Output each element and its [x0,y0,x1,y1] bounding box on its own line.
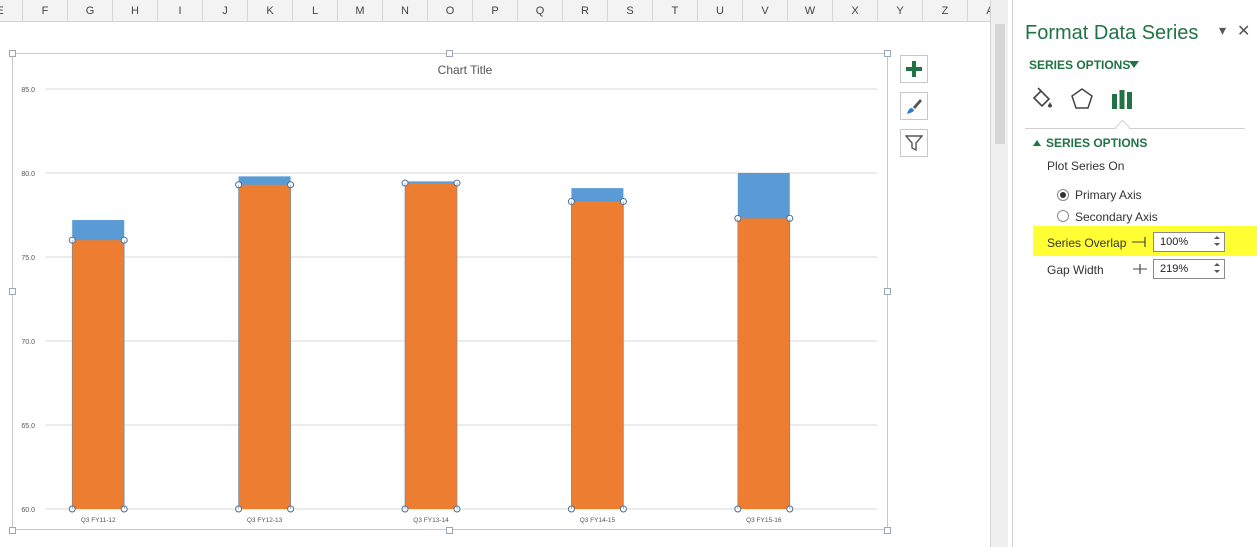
series-options-icon[interactable] [1109,86,1135,112]
x-tick-label[interactable]: Q3 FY13-14 [413,517,449,524]
chart-title[interactable]: Chart Title [438,63,493,77]
chart-handle-left[interactable] [9,288,16,295]
x-tick-label[interactable]: Q3 FY11-12 [81,517,116,524]
series-overlap-value[interactable]: 100% [1160,236,1188,248]
column-header-H[interactable]: H [113,0,158,22]
column-header-T[interactable]: T [653,0,698,22]
y-tick-label[interactable]: 85.0 [21,87,35,94]
chart-handle-right[interactable] [884,288,891,295]
spinner-arrows-icon[interactable] [1213,262,1221,276]
column-header-I[interactable]: I [158,0,203,22]
column-header-Q[interactable]: Q [518,0,563,22]
chart-handle-bottom[interactable] [446,527,453,534]
secondary-axis-label[interactable]: Secondary Axis [1075,210,1158,224]
fill-line-icon[interactable] [1029,86,1055,112]
chevron-down-icon[interactable] [1129,61,1139,68]
secondary-axis-radio[interactable] [1057,210,1069,222]
column-header-L[interactable]: L [293,0,338,22]
column-header-K[interactable]: K [248,0,293,22]
y-tick-label[interactable]: 60.0 [21,507,35,514]
chart-area[interactable]: Chart Title 60.0 65.0 70.0 75.0 80.0 85.0 Q3 FY… [12,53,888,530]
primary-axis-label[interactable]: Primary Axis [1075,188,1142,202]
collapse-triangle-icon[interactable] [1033,140,1041,146]
column-header-U[interactable]: U [698,0,743,22]
vertical-scrollbar[interactable] [990,0,1008,547]
column-header-G[interactable]: G [68,0,113,22]
column-header-Y[interactable]: Y [878,0,923,22]
pane-divider [1025,128,1245,129]
excel-window: EFGHIJKLMNOPQRSTUVWXYZA Chart Title 60.0 6… [0,0,1257,547]
column-header-E[interactable]: E [0,0,23,22]
series-overlap-label: Series Overlap [1047,236,1127,250]
bar-orange[interactable] [238,184,291,509]
y-tick-label[interactable]: 75.0 [21,255,35,262]
y-tick-label[interactable]: 65.0 [21,423,35,430]
chart-handle-top-right[interactable] [884,50,891,57]
column-header-V[interactable]: V [743,0,788,22]
pane-title: Format Data Series [1025,22,1199,44]
paintbrush-icon [907,99,922,114]
series-overlap-spinner[interactable]: 100% [1153,232,1225,252]
bar-orange[interactable] [405,183,457,509]
format-data-series-pane: Format Data Series ▾ ✕ SERIES OPTIONS SE… [1012,0,1257,547]
column-header-O[interactable]: O [428,0,473,22]
chart-handle-top[interactable] [446,50,453,57]
plus-icon [906,61,922,77]
series-options-section-header[interactable]: SERIES OPTIONS [1046,136,1147,150]
column-header-F[interactable]: F [23,0,68,22]
bar-orange[interactable] [571,201,624,509]
x-tick-label[interactable]: Q3 FY15-16 [746,517,782,524]
chart-filters-button[interactable] [900,129,928,157]
pane-options-chevron-icon[interactable]: ▾ [1219,22,1226,39]
plot-series-on-label: Plot Series On [1047,159,1125,173]
scrollbar-thumb[interactable] [995,24,1005,144]
column-header-P[interactable]: P [473,0,518,22]
column-header-J[interactable]: J [203,0,248,22]
x-tick-label[interactable]: Q3 FY12-13 [247,517,283,524]
y-tick-label[interactable]: 70.0 [21,339,35,346]
bar-orange[interactable] [737,218,790,510]
overlap-icon [1132,237,1146,247]
chart-handle-bottom-right[interactable] [884,527,891,534]
chart-handle-top-left[interactable] [9,50,16,57]
column-header-M[interactable]: M [338,0,383,22]
column-header-R[interactable]: R [563,0,608,22]
chart-elements-button[interactable] [900,55,928,83]
filter-icon [905,135,923,152]
chart-styles-button[interactable] [900,92,928,120]
series-options-dropdown[interactable]: SERIES OPTIONS [1029,58,1130,72]
close-icon[interactable]: ✕ [1237,21,1250,41]
active-tab-notch [1114,119,1131,136]
gap-width-icon [1133,264,1147,274]
chart-handle-bottom-left[interactable] [9,527,16,534]
bar-orange[interactable] [72,240,125,509]
y-tick-label[interactable]: 80.0 [21,171,35,178]
spinner-arrows-icon[interactable] [1213,235,1221,249]
column-header-Z[interactable]: Z [923,0,968,22]
gap-width-value[interactable]: 219% [1160,263,1188,275]
column-header-strip: EFGHIJKLMNOPQRSTUVWXYZA [0,0,1013,22]
chart-plot-svg[interactable]: Chart Title 60.0 65.0 70.0 75.0 80.0 85.0 Q3 FY… [13,54,889,531]
column-header-N[interactable]: N [383,0,428,22]
effects-icon[interactable] [1069,86,1095,112]
gap-width-label: Gap Width [1047,263,1104,277]
column-header-S[interactable]: S [608,0,653,22]
column-header-W[interactable]: W [788,0,833,22]
primary-axis-radio[interactable] [1057,189,1069,201]
column-header-X[interactable]: X [833,0,878,22]
gap-width-spinner[interactable]: 219% [1153,259,1225,279]
x-tick-label[interactable]: Q3 FY14-15 [580,517,616,524]
